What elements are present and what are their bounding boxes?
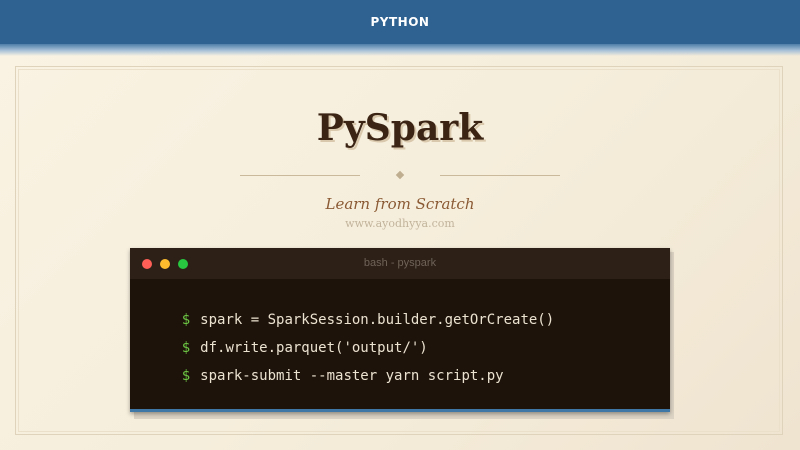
command-text: spark-submit --master yarn script.py [200, 368, 504, 384]
command-line: $ spark = SparkSession.builder.getOrCreat… [148, 290, 554, 328]
category-label: PYTHON [370, 15, 430, 29]
page-subtitle: Learn from Scratch [325, 195, 475, 213]
divider-right [440, 175, 560, 176]
terminal-bottom-border [130, 409, 670, 412]
top-banner: PYTHON [0, 0, 800, 44]
banner-accent [0, 44, 800, 56]
command-line: $ df.write.parquet('output/') [148, 318, 428, 356]
prompt-symbol: $ [181, 368, 191, 384]
divider-left [240, 175, 360, 176]
terminal-title: bash - pyspark [363, 257, 437, 269]
terminal-window: bash - pyspark $ spark = SparkSession.bui… [130, 248, 670, 412]
terminal-titlebar: bash - pyspark [130, 248, 670, 279]
command-line: $ spark-submit --master yarn script.py [148, 346, 504, 384]
page-title: PySpark [316, 107, 484, 149]
website-label: www.ayodhyya.com [345, 217, 455, 230]
